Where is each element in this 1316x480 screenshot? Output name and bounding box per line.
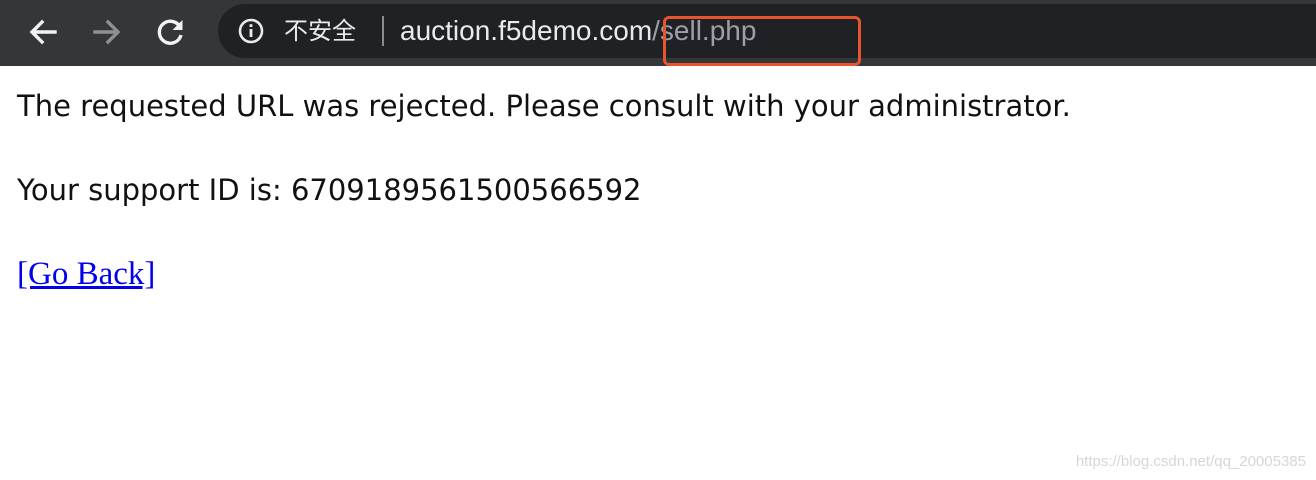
- reload-button[interactable]: [148, 9, 194, 55]
- forward-button[interactable]: [84, 9, 130, 55]
- browser-toolbar: 不安全 auction.f5demo.com/sell.php: [0, 0, 1316, 66]
- info-icon[interactable]: [238, 18, 264, 44]
- watermark: https://blog.csdn.net/qq_20005385: [1075, 453, 1306, 470]
- omnibox-divider: [382, 16, 384, 46]
- back-button[interactable]: [20, 9, 66, 55]
- reload-icon: [157, 19, 183, 45]
- security-status-label[interactable]: 不安全: [284, 14, 356, 48]
- forward-arrow-icon: [93, 19, 121, 45]
- back-arrow-icon: [29, 19, 57, 45]
- support-id-message: Your support ID is: 6709189561500566592: [17, 173, 642, 207]
- url-path-highlight-annotation: [663, 16, 861, 66]
- url-host: auction.f5demo.com: [400, 15, 653, 46]
- rejection-message: The requested URL was rejected. Please c…: [17, 89, 1071, 123]
- go-back-link[interactable]: [Go Back]: [17, 254, 155, 294]
